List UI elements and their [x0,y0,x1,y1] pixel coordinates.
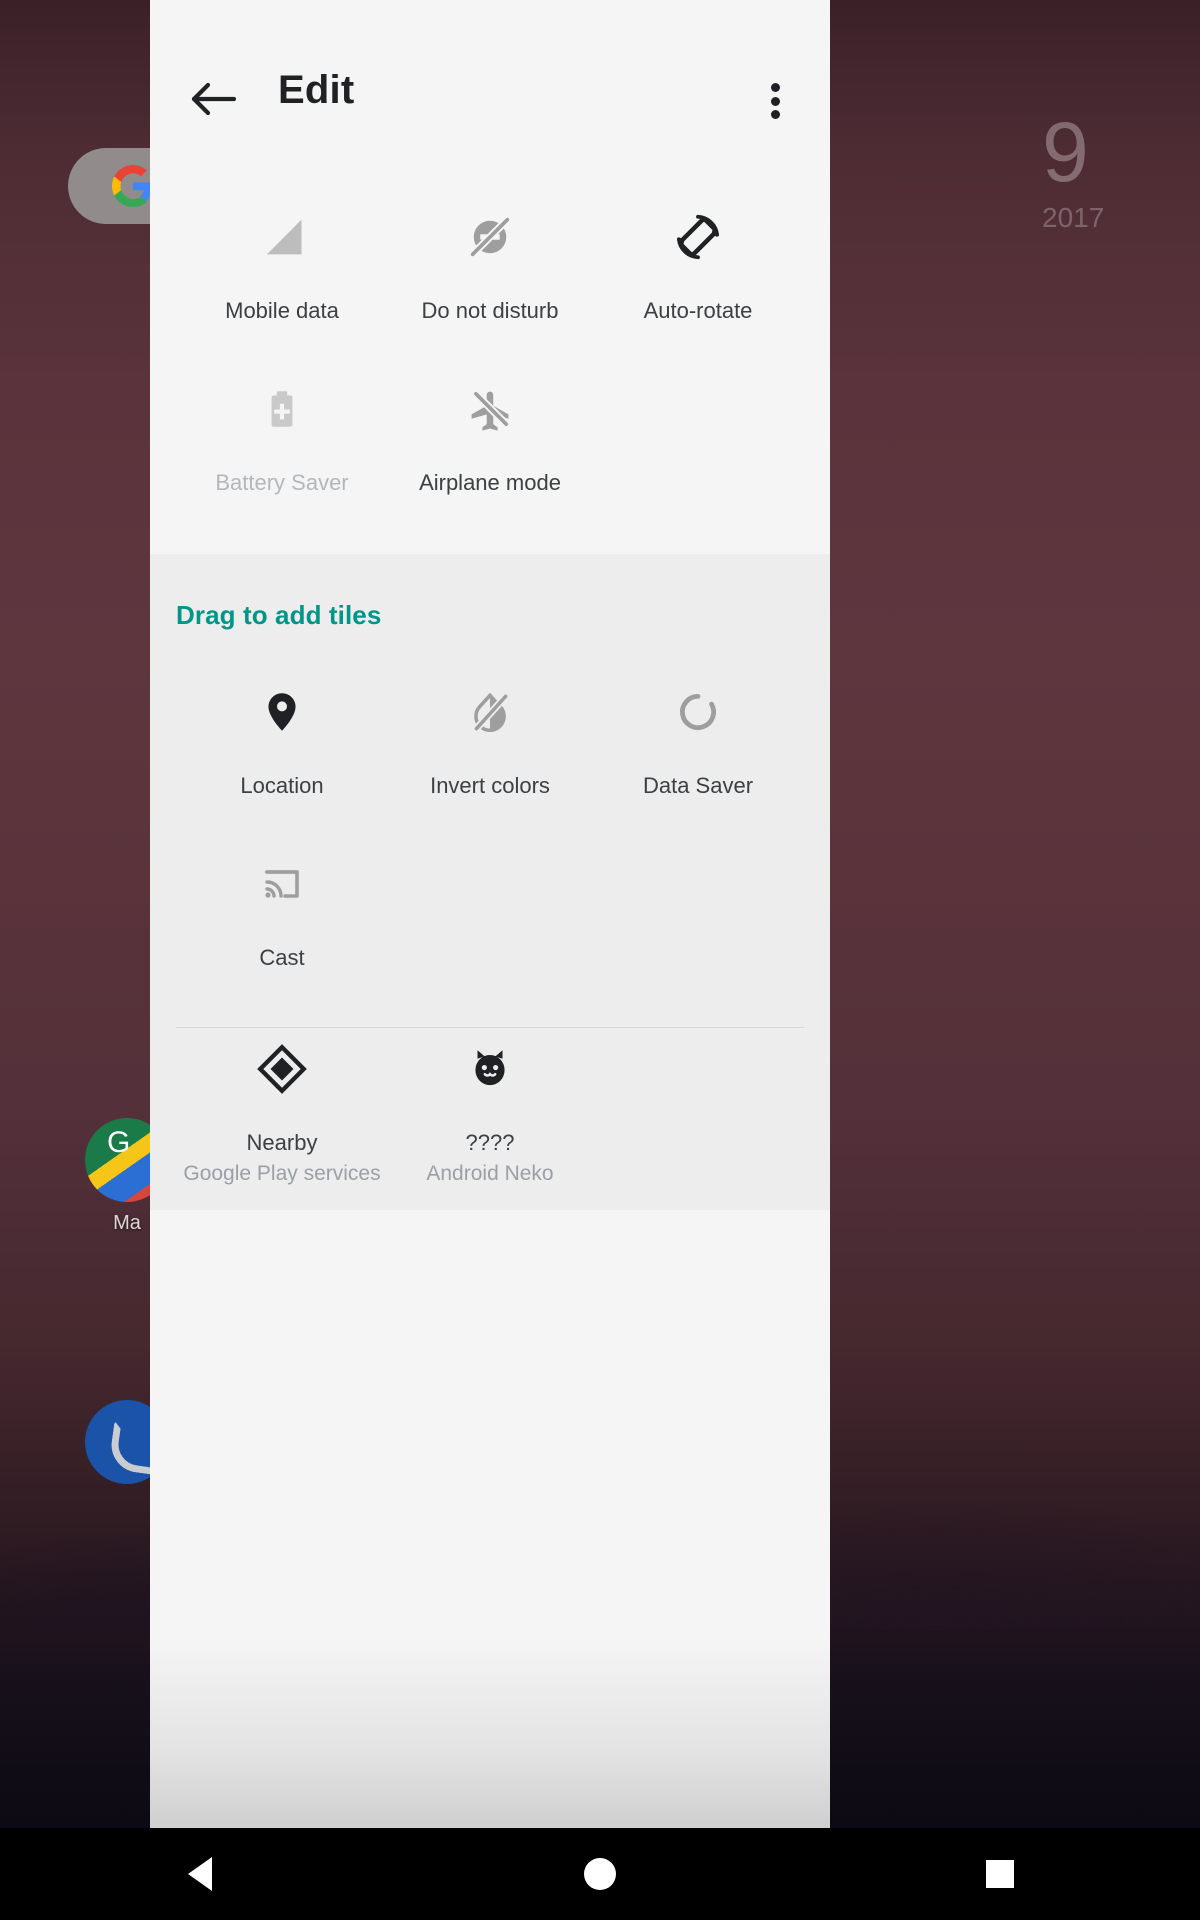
active-tiles-section: Mobile data Do not disturb Auto-rotate B… [150,196,830,554]
arrow-back-icon[interactable] [190,76,238,122]
system-navigation-bar [0,1828,1200,1920]
auto-rotate-icon [667,206,729,268]
panel-bottom-fade [150,1638,830,1828]
menu-dot [770,83,780,92]
menu-dot [770,96,780,106]
cat-face-icon [459,1038,521,1100]
tile-label: Auto-rotate [643,298,753,323]
tile-cast[interactable]: Cast [178,843,386,1015]
google-g-icon [112,165,154,207]
tile-sublabel: Google Play services [183,1162,381,1186]
date-year: 2017 [1042,202,1105,233]
menu-dot [770,110,780,119]
tile-empty-slot [594,843,802,1015]
tile-label: Do not disturb [421,298,559,323]
add-tiles-section: Drag to add tiles Location Invert colors… [150,554,830,1210]
tile-empty-slot [594,368,802,540]
tile-battery-saver[interactable]: Battery Saver [178,368,386,540]
tile-label: Mobile data [225,298,339,323]
tile-label: Data Saver [642,773,754,798]
svg-text:G: G [107,1126,130,1159]
tile-airplane-mode[interactable]: Airplane mode [386,368,594,540]
data-saver-icon [667,681,729,743]
nav-recents-icon[interactable] [940,1828,1060,1920]
page-title: Edit [278,68,355,112]
tile-label: ???? [465,1130,515,1155]
available-tiles-grid: Location Invert colors Data Saver Cast [150,671,830,1015]
active-tiles-grid: Mobile data Do not disturb Auto-rotate B… [150,196,830,540]
tile-label: Airplane mode [419,470,561,495]
tile-label: Invert colors [430,773,550,798]
cast-icon [251,853,313,915]
date-day: 9 [1042,105,1089,199]
location-pin-icon [251,681,313,743]
tile-invert-colors[interactable]: Invert colors [386,671,594,843]
add-tiles-heading: Drag to add tiles [176,600,382,630]
battery-saver-icon [251,378,313,440]
quick-settings-edit-panel: Edit Mobile data Do not disturb Auto-rot… [150,0,830,1828]
tile-sublabel: Android Neko [426,1162,554,1186]
tile-mobile-data[interactable]: Mobile data [178,196,386,368]
tile-label: Battery Saver [215,470,349,495]
overflow-menu-icon[interactable] [752,78,798,124]
third-party-tiles-grid: Nearby Google Play services ???? Android… [150,1028,830,1200]
tile-location[interactable]: Location [178,671,386,843]
tile-label: Cast [259,945,305,970]
panel-header: Edit [150,0,830,196]
airplane-off-icon [459,378,521,440]
tile-empty-slot [594,1028,802,1200]
tile-label: Location [240,773,324,798]
tile-empty-slot [386,843,594,1015]
signal-bar-icon [251,206,313,268]
tile-do-not-disturb[interactable]: Do not disturb [386,196,594,368]
date-widget[interactable]: 9 2017 [1020,110,1200,232]
nav-back-icon[interactable] [140,1828,260,1920]
tile-android-neko[interactable]: ???? Android Neko [386,1028,594,1200]
do-not-disturb-icon [459,206,521,268]
tile-label: Nearby [246,1130,318,1155]
tile-nearby[interactable]: Nearby Google Play services [178,1028,386,1200]
nearby-diamond-icon [251,1038,313,1100]
invert-colors-icon [459,681,521,743]
tile-auto-rotate[interactable]: Auto-rotate [594,196,802,368]
tile-data-saver[interactable]: Data Saver [594,671,802,843]
nav-home-icon[interactable] [540,1828,660,1920]
